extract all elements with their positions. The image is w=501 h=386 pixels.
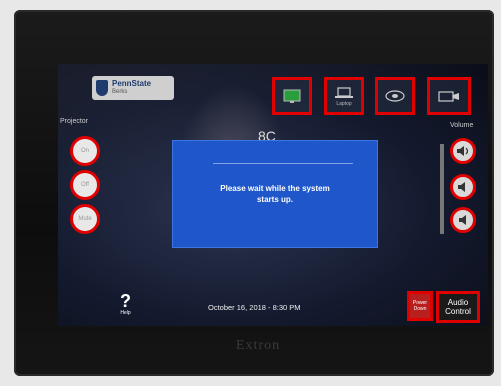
startup-dialog: Please wait while the system starts up. <box>172 140 378 248</box>
dialog-message-line2: starts up. <box>256 195 293 204</box>
projector-off-button[interactable]: Off <box>70 170 100 200</box>
help-icon: ? <box>120 291 131 311</box>
power-down-button[interactable]: Power Down <box>407 291 433 321</box>
projector-mute-button[interactable]: Mute <box>70 204 100 234</box>
source-document-camera-button[interactable] <box>427 77 471 115</box>
audio-control-line1: Audio <box>447 298 469 307</box>
projector-label: Projector <box>60 118 89 125</box>
source-laptop-button[interactable]: Laptop <box>324 77 364 115</box>
date-time: October 16, 2018 - 8:30 PM <box>208 303 301 312</box>
institution-logo: PennState Berks <box>92 76 174 100</box>
volume-label: Volume <box>450 122 474 129</box>
source-wall-display-button[interactable] <box>272 77 312 115</box>
volume-level-bar <box>440 144 444 234</box>
document-camera-icon <box>438 91 459 102</box>
laptop-icon <box>335 86 353 98</box>
brand-logo: Extron <box>236 338 281 353</box>
projector-on-label: On <box>80 148 89 154</box>
audio-control-line2: Control <box>445 307 471 316</box>
volume-down-button[interactable] <box>450 174 476 200</box>
bluray-disc-icon <box>385 90 405 102</box>
logo-line2: Berks <box>112 89 128 95</box>
shield-icon <box>96 80 108 96</box>
audio-control-button[interactable]: Audio Control <box>436 291 480 323</box>
volume-up-icon <box>457 146 469 156</box>
projector-on-button[interactable]: On <box>70 136 100 166</box>
help-button[interactable]: ? Help <box>120 292 131 316</box>
help-label: Help <box>120 310 131 316</box>
dialog-divider <box>213 163 353 164</box>
logo-line1: PennState <box>112 79 152 88</box>
volume-down-icon <box>458 182 465 192</box>
laptop-label: Laptop <box>336 100 352 107</box>
dialog-message: Please wait while the system starts up. <box>173 183 377 205</box>
volume-up-button[interactable] <box>450 138 476 164</box>
projector-off-label: Off <box>81 182 89 188</box>
source-bluray-button[interactable] <box>375 77 415 115</box>
touch-screen: PennState Berks Laptop Projector On Off … <box>58 64 488 326</box>
projector-mute-label: Mute <box>78 216 92 222</box>
volume-mute-icon <box>459 215 466 225</box>
wall-display-icon <box>283 89 301 103</box>
volume-mute-button[interactable] <box>450 207 476 233</box>
power-down-line2: Down <box>413 306 427 312</box>
dialog-message-line1: Please wait while the system <box>220 184 330 193</box>
